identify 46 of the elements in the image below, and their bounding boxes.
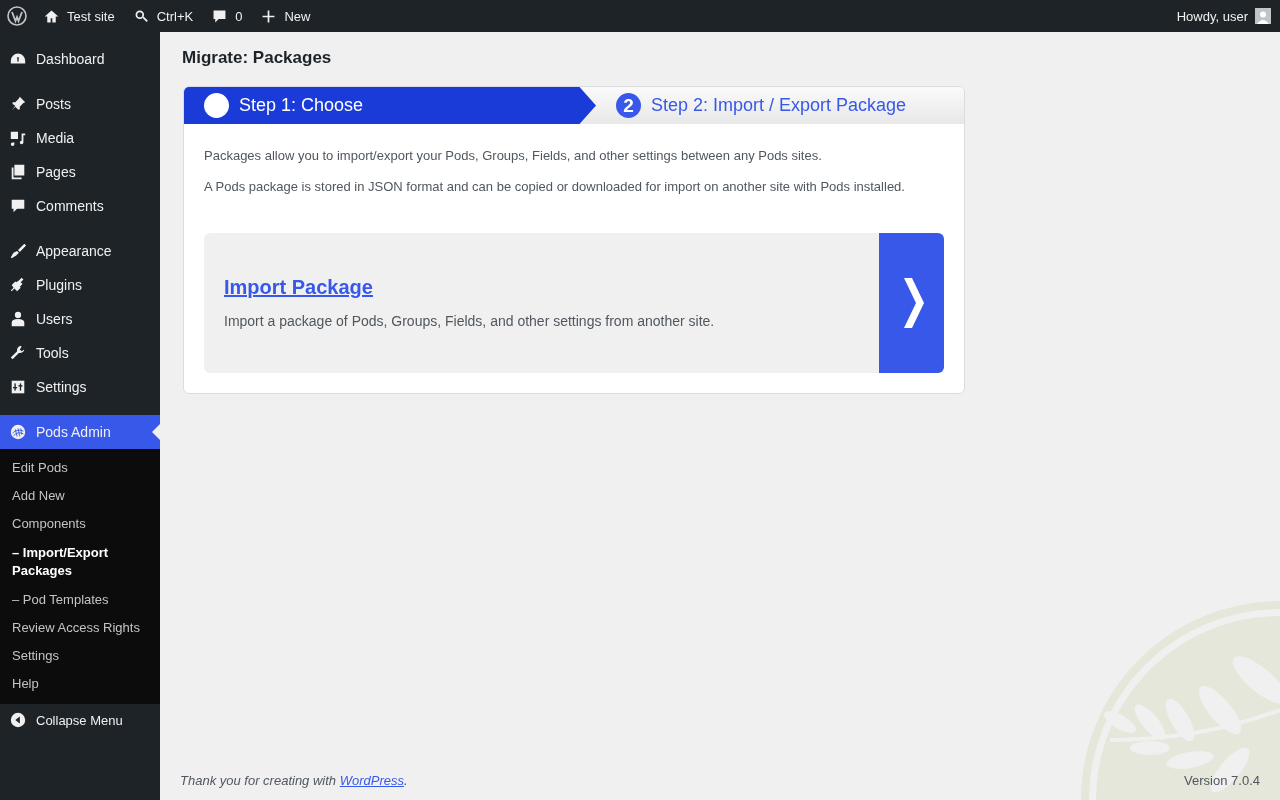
submenu-item[interactable]: Review Access Rights — [0, 614, 160, 642]
menu-item[interactable]: Posts — [0, 87, 160, 121]
menu-item[interactable]: Users — [0, 302, 160, 336]
collapse-menu-button[interactable]: Collapse Menu — [0, 704, 160, 736]
admin-bar-link[interactable]: Test site — [43, 7, 115, 25]
admin-bar-link[interactable]: 0 — [211, 7, 243, 25]
user-icon — [9, 310, 27, 328]
menu-item[interactable]: Tools — [0, 336, 160, 370]
menu-item[interactable]: Pods Admin — [0, 415, 160, 449]
pages-icon — [9, 163, 27, 181]
wordpress-logo-icon[interactable] — [7, 6, 27, 26]
submenu-item[interactable]: Add New — [0, 482, 160, 510]
wrench-icon — [9, 344, 27, 362]
option-description: Import a package of Pods, Groups, Fields, and other settings from another site. — [224, 313, 716, 330]
submenu-item[interactable]: – Pod Templates — [0, 586, 160, 614]
menu-item[interactable]: Comments — [0, 189, 160, 223]
menu-item[interactable]: Settings — [0, 370, 160, 404]
menu-item[interactable]: Pages — [0, 155, 160, 189]
step-label: 2 Step 2: Import / Export Package — [596, 87, 907, 124]
collapse-icon — [9, 711, 27, 729]
menu-item[interactable]: Appearance — [0, 234, 160, 268]
admin-bar-link[interactable]: Ctrl+K — [132, 7, 194, 25]
submenu-item[interactable]: Components — [0, 510, 160, 538]
submenu-item[interactable]: Help — [0, 670, 160, 698]
admin-bar-link[interactable]: New — [260, 7, 311, 25]
pods-icon — [9, 423, 27, 441]
media-icon — [9, 129, 27, 147]
description-text: A Pods package is stored in JSON format and can be copied or downloaded for import on another site with Pods installed. — [204, 177, 906, 196]
page-title: Migrate: Packages — [182, 48, 333, 68]
submenu-item[interactable]: Edit Pods — [0, 454, 160, 482]
menu-item[interactable]: Plugins — [0, 268, 160, 302]
footer-text: Thank you for creating with WordPress. — [180, 773, 408, 788]
version-text: Version 7.0.4 — [1184, 773, 1260, 788]
menu-item[interactable]: Media — [0, 121, 160, 155]
step-number: 2 — [616, 93, 641, 118]
step-label: Step 1: Choose — [184, 87, 596, 124]
sliders-icon — [9, 378, 27, 396]
menu-item[interactable]: Dashboard — [0, 42, 160, 76]
next-button[interactable] — [879, 232, 944, 373]
import-package-link[interactable]: Import Package — [224, 276, 373, 300]
brush-icon — [9, 242, 27, 260]
wordpress-link[interactable]: WordPress — [339, 773, 404, 788]
description-text: Packages allow you to import/export your Pods, Groups, Fields, and other settings between any Pods sites. — [204, 147, 823, 165]
submenu-item[interactable]: Settings — [0, 642, 160, 670]
submenu-item[interactable]: – Import/Export Packages — [0, 538, 160, 586]
account-link[interactable]: Howdy, user — [1176, 8, 1248, 24]
